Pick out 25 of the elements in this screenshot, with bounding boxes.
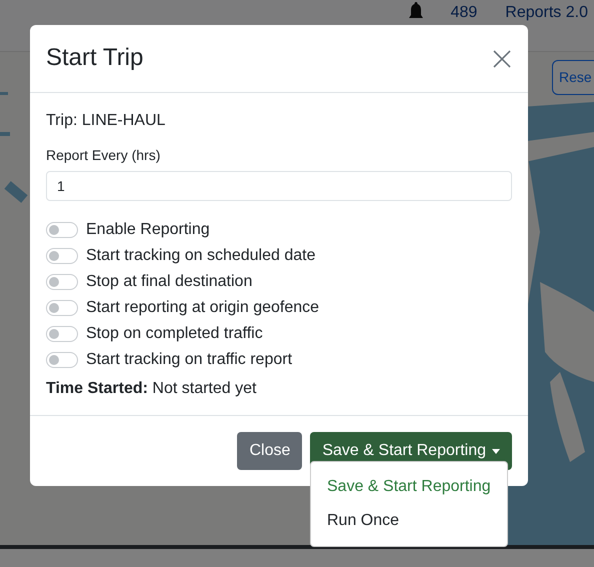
reset-button[interactable]: Rese: [552, 60, 594, 95]
trip-name: Trip: LINE-HAUL: [46, 111, 166, 131]
toggle-switch[interactable]: [46, 326, 78, 342]
toggle-label: Start reporting at origin geofence: [86, 298, 320, 318]
bell-icon[interactable]: [408, 1, 423, 21]
time-started-text: Time Started: Not started yet: [46, 379, 258, 399]
menu-item[interactable]: Run Once: [311, 504, 507, 538]
toggle-label: Stop at final destination: [86, 272, 252, 292]
toggle-label: Stop on completed traffic: [86, 324, 263, 344]
menu-item[interactable]: Save & Start Reporting: [311, 470, 507, 504]
close-icon[interactable]: [492, 48, 512, 68]
toggle-label: Start tracking on scheduled date: [86, 246, 316, 266]
toggle-switch[interactable]: [46, 300, 78, 316]
account-menu[interactable]: 489: [450, 1, 478, 25]
toggle-switch[interactable]: [46, 248, 78, 264]
toggle-switch[interactable]: [46, 222, 78, 238]
input-field[interactable]: 1: [46, 171, 512, 201]
field-label: Report Every (hrs): [46, 146, 162, 165]
toggle-label: Start tracking on traffic report: [86, 350, 292, 370]
reports-link[interactable]: Reports 2.0: [505, 1, 588, 25]
toggle-switch[interactable]: [46, 352, 78, 368]
toggle-label: Enable Reporting: [86, 220, 210, 240]
close-button[interactable]: Close: [237, 432, 302, 470]
modal-title: Start Trip: [46, 44, 144, 73]
toggle-switch[interactable]: [46, 274, 78, 290]
